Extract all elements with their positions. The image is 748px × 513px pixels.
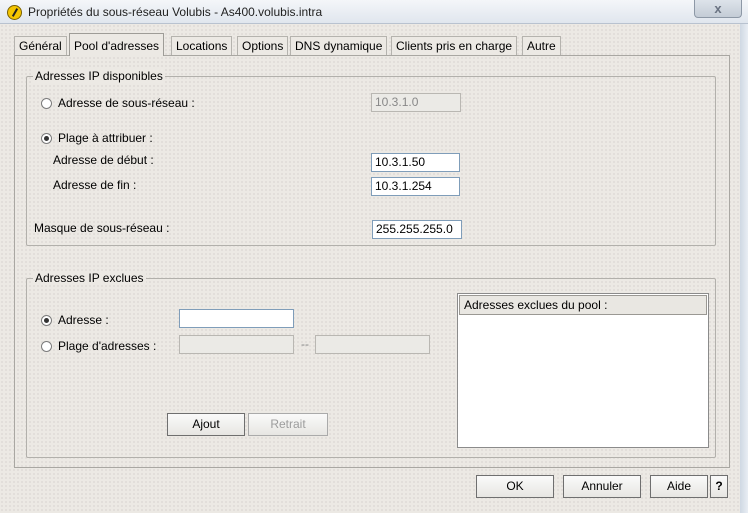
start-address-label: Adresse de début : bbox=[53, 153, 154, 167]
excluded-addresses-list[interactable]: Adresses exclues du pool : bbox=[457, 293, 709, 448]
close-button[interactable]: x bbox=[694, 0, 742, 18]
tab-supported-clients[interactable]: Clients pris en charge bbox=[391, 36, 518, 56]
ok-button[interactable]: OK bbox=[476, 475, 554, 498]
help-button[interactable]: Aide bbox=[650, 475, 708, 498]
cancel-button[interactable]: Annuler bbox=[563, 475, 641, 498]
excluded-address-radio[interactable] bbox=[41, 315, 52, 326]
excluded-range-end-field bbox=[315, 335, 430, 354]
end-address-field[interactable]: 10.3.1.254 bbox=[371, 177, 460, 196]
whats-this-button[interactable]: ? bbox=[710, 475, 728, 498]
remove-button: Retrait bbox=[248, 413, 328, 436]
excluded-addresses-title: Adresses IP exclues bbox=[33, 271, 146, 285]
background-window-strip bbox=[740, 24, 748, 513]
range-radio[interactable] bbox=[41, 133, 52, 144]
excluded-address-label: Adresse : bbox=[58, 313, 109, 327]
subnet-address-field: 10.3.1.0 bbox=[371, 93, 461, 112]
close-icon: x bbox=[714, 1, 722, 16]
title-bar: Propriétés du sous-réseau Volubis - As40… bbox=[0, 0, 748, 24]
range-separator: -- bbox=[301, 337, 309, 351]
subnet-address-label: Adresse de sous-réseau : bbox=[58, 96, 195, 110]
window-title: Propriétés du sous-réseau Volubis - As40… bbox=[28, 5, 323, 19]
tab-general[interactable]: Général bbox=[14, 36, 67, 56]
dialog-window: Propriétés du sous-réseau Volubis - As40… bbox=[0, 0, 748, 513]
app-icon bbox=[7, 5, 22, 20]
dialog-button-bar: OK Annuler Aide ? bbox=[14, 468, 730, 508]
excluded-address-field[interactable] bbox=[179, 309, 294, 328]
excluded-range-radio[interactable] bbox=[41, 341, 52, 352]
add-button[interactable]: Ajout bbox=[167, 413, 245, 436]
excluded-range-label: Plage d'adresses : bbox=[58, 339, 157, 353]
tab-dynamic-dns[interactable]: DNS dynamique bbox=[290, 36, 388, 56]
available-addresses-title: Adresses IP disponibles bbox=[33, 69, 165, 83]
tab-options[interactable]: Options bbox=[237, 36, 289, 56]
subnet-address-radio[interactable] bbox=[41, 98, 52, 109]
tab-other[interactable]: Autre bbox=[522, 36, 561, 56]
subnet-mask-label: Masque de sous-réseau : bbox=[34, 221, 170, 235]
address-pool-panel: Adresses IP disponibles Adresse de sous-… bbox=[14, 55, 730, 468]
excluded-range-start-field bbox=[179, 335, 294, 354]
tab-leases[interactable]: Locations bbox=[171, 36, 233, 56]
range-label: Plage à attribuer : bbox=[58, 131, 153, 145]
subnet-mask-field[interactable]: 255.255.255.0 bbox=[372, 220, 462, 239]
tab-address-pool[interactable]: Pool d'adresses bbox=[69, 33, 165, 56]
excluded-list-header: Adresses exclues du pool : bbox=[459, 295, 707, 315]
end-address-label: Adresse de fin : bbox=[53, 178, 137, 192]
start-address-field[interactable]: 10.3.1.50 bbox=[371, 153, 460, 172]
